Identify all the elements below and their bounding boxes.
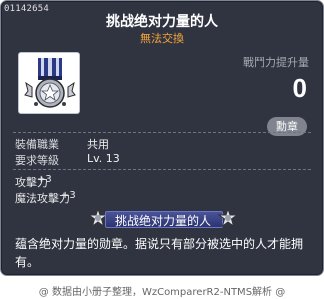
requirement-label: 要求等級 — [15, 154, 59, 167]
stat-value: +3 — [61, 190, 76, 201]
category-badge: 勳章 — [267, 117, 307, 136]
medal-icon — [24, 58, 76, 108]
requirement-row-level: 要求等級 Lv. 13 — [15, 152, 120, 168]
requirement-label: 裝備職業 — [15, 138, 59, 151]
item-description: 蕴含绝对力量的勋章。据说只有部分被选中的人才能拥有。 — [15, 237, 304, 269]
stat-row-magic-attack: 魔法攻擊力 +3 — [15, 190, 76, 206]
requirement-row-job: 裝備職業 共用 — [15, 136, 109, 152]
footer-credit: @ 数据由小册子整理，WzComparerR2-NTMS解析 @ — [38, 287, 286, 298]
requirement-value: Lv. 13 — [87, 152, 120, 165]
divider — [13, 132, 311, 133]
medal-title-banner: 挑战绝对力量的人 — [83, 207, 243, 229]
item-name: 挑战绝对力量的人 — [106, 14, 218, 30]
stat-row-attack: 攻擊力 +3 — [15, 174, 52, 190]
ornament-right-icon — [217, 207, 239, 228]
item-tooltip: 01142654 挑战绝对力量的人 無法交換 戰鬥力提升量 0 勳章 裝備職業 … — [0, 0, 324, 276]
requirement-value: 共用 — [87, 138, 109, 151]
power-increase-label: 戰鬥力提升量 — [243, 56, 309, 69]
trade-status: 無法交換 — [140, 32, 184, 45]
power-increase-value: 0 — [292, 73, 307, 103]
stat-value: +3 — [37, 174, 52, 185]
item-icon-frame — [18, 52, 80, 114]
divider — [13, 169, 311, 170]
